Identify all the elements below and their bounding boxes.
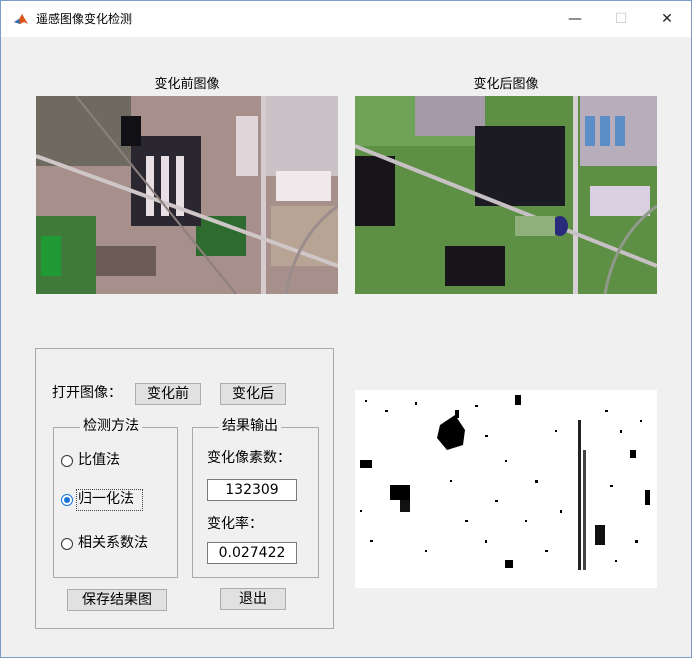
open-before-button[interactable]: 变化前	[135, 383, 201, 405]
radio-ratio-label[interactable]: 比值法	[78, 451, 120, 469]
maximize-icon: ☐	[615, 11, 628, 27]
title-bar: 遥感图像变化检测 — ☐ ✕	[1, 1, 691, 37]
save-result-button[interactable]: 保存结果图	[67, 589, 167, 611]
maximize-button[interactable]: ☐	[598, 1, 644, 37]
radio-ratio[interactable]	[61, 455, 73, 467]
detection-method-title: 检测方法	[80, 417, 142, 435]
pixel-count-field[interactable]: 132309	[207, 479, 297, 501]
result-output-title: 结果输出	[219, 417, 281, 435]
exit-button[interactable]: 退出	[220, 588, 286, 610]
open-image-label: 打开图像：	[52, 384, 122, 402]
before-image-title: 变化前图像	[107, 77, 267, 93]
before-image	[36, 96, 338, 294]
after-image-title: 变化后图像	[426, 77, 586, 93]
minimize-icon: —	[568, 11, 582, 27]
change-result-image	[355, 390, 657, 588]
matlab-icon	[13, 11, 29, 27]
close-icon: ✕	[661, 11, 673, 27]
radio-normalized-label[interactable]: 归一化法	[78, 490, 134, 508]
radio-normalized[interactable]	[61, 494, 73, 506]
after-image	[355, 96, 657, 294]
change-rate-field[interactable]: 0.027422	[207, 542, 297, 564]
open-after-button[interactable]: 变化后	[220, 383, 286, 405]
radio-correlation[interactable]	[61, 538, 73, 550]
pixel-count-label: 变化像素数：	[207, 449, 291, 467]
minimize-button[interactable]: —	[552, 1, 598, 37]
radio-correlation-label[interactable]: 相关系数法	[78, 534, 148, 552]
change-rate-label: 变化率：	[207, 515, 263, 533]
app-window: 遥感图像变化检测 — ☐ ✕ 变化前图像 变化后图像	[0, 0, 692, 658]
window-title: 遥感图像变化检测	[36, 11, 132, 27]
close-button[interactable]: ✕	[644, 1, 690, 37]
